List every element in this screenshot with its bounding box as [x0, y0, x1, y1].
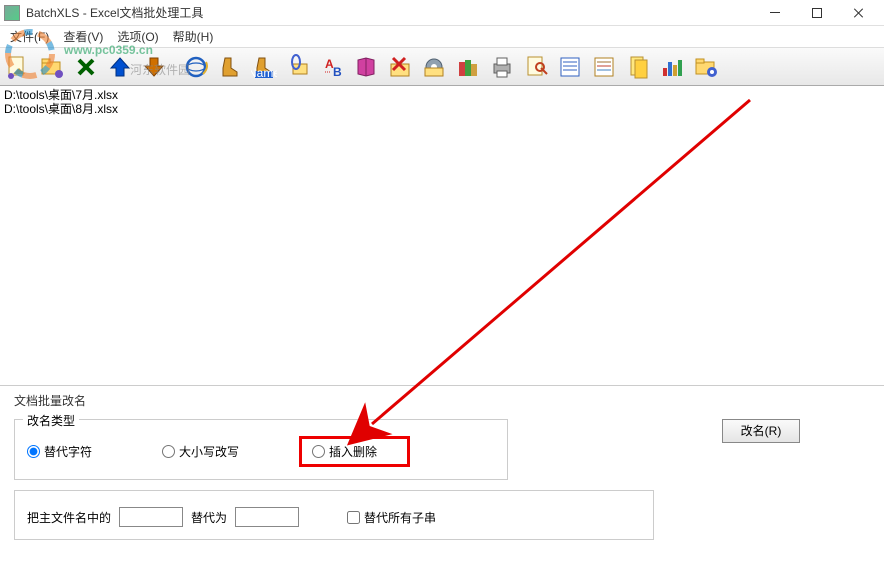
- radio-row: 替代字符 大小写改写 插入删除: [27, 436, 495, 467]
- rename-button[interactable]: 改名(R): [722, 419, 800, 443]
- menu-view[interactable]: 查看(V): [57, 26, 109, 47]
- radio-label: 插入删除: [329, 443, 377, 460]
- label-replace-as: 替代为: [191, 509, 227, 526]
- radio-input[interactable]: [27, 445, 40, 458]
- tb-list2-icon[interactable]: [588, 51, 620, 83]
- file-list-item[interactable]: D:\tools\桌面\7月.xlsx: [4, 88, 880, 102]
- tb-gear-icon[interactable]: [418, 51, 450, 83]
- checkbox-input[interactable]: [347, 511, 360, 524]
- input-find[interactable]: [119, 507, 183, 527]
- input-replace[interactable]: [235, 507, 299, 527]
- tb-ie-icon[interactable]: [180, 51, 212, 83]
- panel-title: 文档批量改名: [0, 386, 884, 415]
- group-legend: 改名类型: [23, 412, 79, 429]
- radio-label: 大小写改写: [179, 443, 239, 460]
- menubar: 文件(F) 查看(V) 选项(O) 帮助(H): [0, 26, 884, 48]
- tb-down-icon[interactable]: [138, 51, 170, 83]
- tb-boot-icon[interactable]: [214, 51, 246, 83]
- tb-attach-icon[interactable]: [282, 51, 314, 83]
- app-icon: [4, 5, 20, 21]
- label-main-prefix: 把主文件名中的: [27, 509, 111, 526]
- radio-label: 替代字符: [44, 443, 92, 460]
- radio-input[interactable]: [162, 445, 175, 458]
- tb-list1-icon[interactable]: [554, 51, 586, 83]
- tb-folder-gear-icon[interactable]: [690, 51, 722, 83]
- tb-open-folder-icon[interactable]: [36, 51, 68, 83]
- radio-case[interactable]: 大小写改写: [162, 443, 239, 460]
- toolbar: Name AB: [0, 48, 884, 86]
- minimize-icon: [770, 12, 780, 13]
- menu-option[interactable]: 选项(O): [111, 26, 164, 47]
- tb-books-icon[interactable]: [452, 51, 484, 83]
- close-button[interactable]: [838, 2, 880, 24]
- window-buttons: [754, 2, 880, 24]
- tb-up-icon[interactable]: [104, 51, 136, 83]
- maximize-button[interactable]: [796, 2, 838, 24]
- group-rename-type: 改名类型 替代字符 大小写改写 插入删除: [14, 419, 508, 480]
- checkbox-label: 替代所有子串: [364, 509, 436, 526]
- maximize-icon: [812, 8, 822, 18]
- window-title: BatchXLS - Excel文档批处理工具: [26, 4, 754, 21]
- highlight-box: 插入删除: [299, 436, 410, 467]
- file-list[interactable]: D:\tools\桌面\7月.xlsx D:\tools\桌面\8月.xlsx: [0, 86, 884, 386]
- radio-input[interactable]: [312, 445, 325, 458]
- titlebar: BatchXLS - Excel文档批处理工具: [0, 0, 884, 26]
- tb-delete-icon[interactable]: [70, 51, 102, 83]
- svg-text:Name: Name: [251, 66, 277, 80]
- tb-book-icon[interactable]: [350, 51, 382, 83]
- svg-text:B: B: [333, 65, 342, 79]
- replace-row: 把主文件名中的 替代为 替代所有子串: [27, 507, 641, 527]
- group-replace: 把主文件名中的 替代为 替代所有子串: [14, 490, 654, 540]
- checkbox-all-sub[interactable]: 替代所有子串: [347, 509, 436, 526]
- file-list-item[interactable]: D:\tools\桌面\8月.xlsx: [4, 102, 880, 116]
- tb-chart-icon[interactable]: [656, 51, 688, 83]
- tb-notes-icon[interactable]: [622, 51, 654, 83]
- tb-open-file-icon[interactable]: [2, 51, 34, 83]
- close-icon: [853, 7, 865, 19]
- tb-replace-text-icon[interactable]: AB: [316, 51, 348, 83]
- menu-file[interactable]: 文件(F): [4, 26, 55, 47]
- tb-rename-icon[interactable]: Name: [248, 51, 280, 83]
- radio-insert-delete[interactable]: 插入删除: [312, 443, 377, 460]
- menu-help[interactable]: 帮助(H): [167, 26, 220, 47]
- tb-delete-sheet-icon[interactable]: [384, 51, 416, 83]
- toolbar-separator: [172, 51, 178, 83]
- radio-replace[interactable]: 替代字符: [27, 443, 92, 460]
- minimize-button[interactable]: [754, 2, 796, 24]
- tb-properties-icon[interactable]: [520, 51, 552, 83]
- tb-print-icon[interactable]: [486, 51, 518, 83]
